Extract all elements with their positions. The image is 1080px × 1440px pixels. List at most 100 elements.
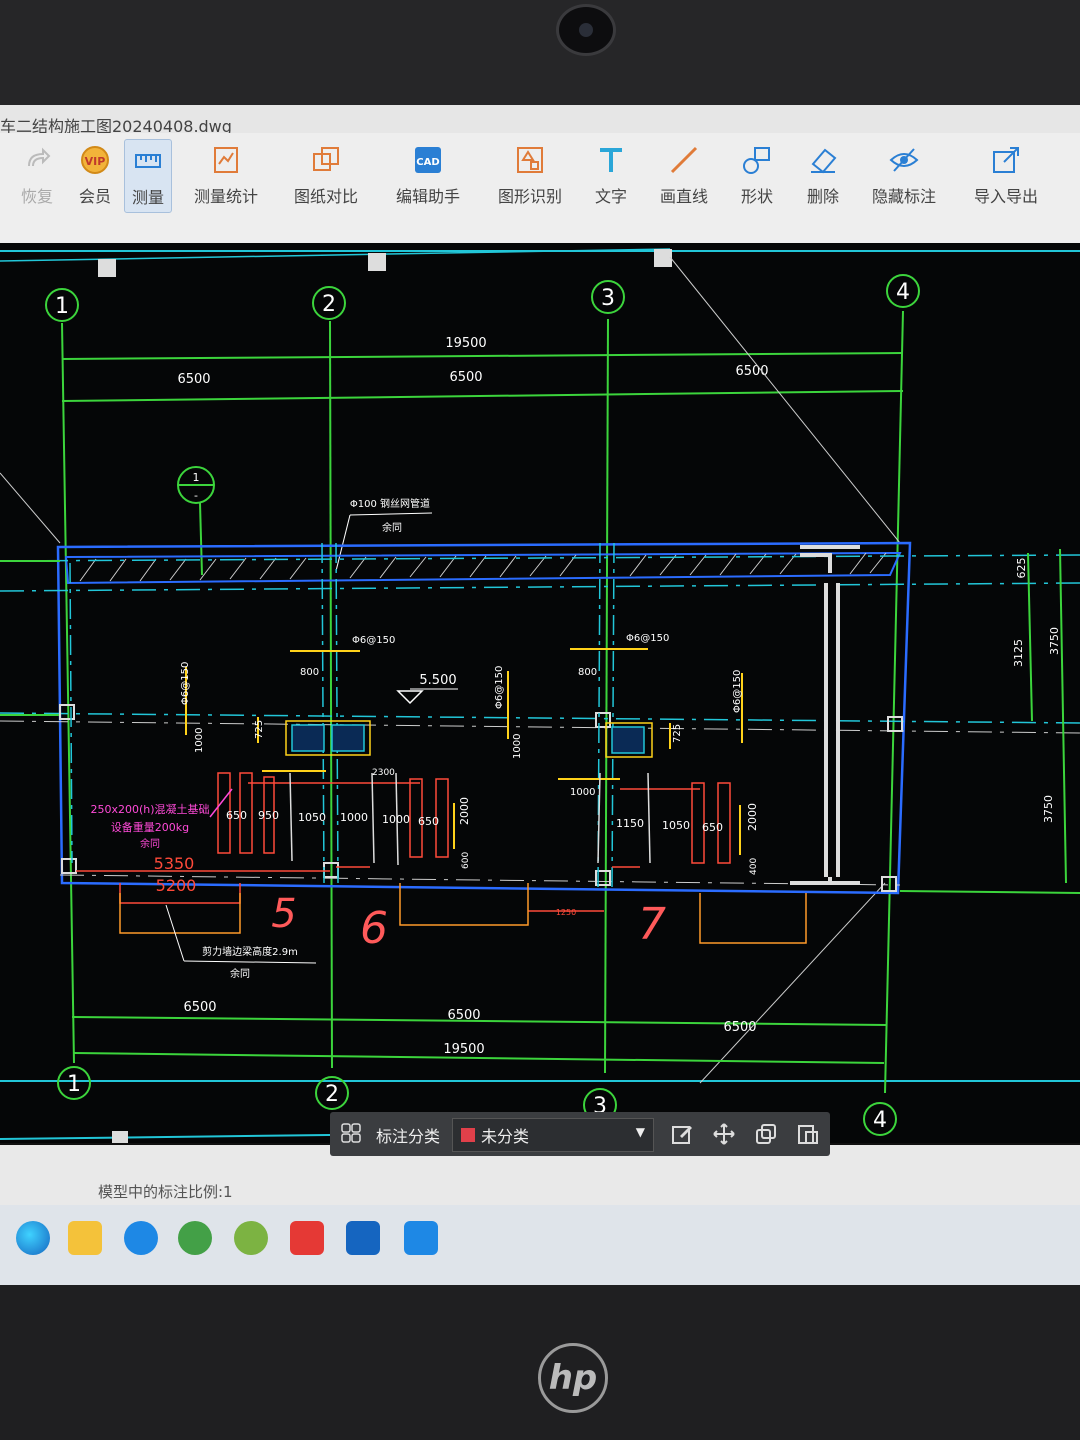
tool-redo[interactable]: 恢复 [20,143,54,207]
tool-measure-stats[interactable]: 测量统计 [194,143,258,207]
dim-span-bottom: 6500 [723,1020,756,1035]
redo-icon [20,143,54,177]
magenta-note: 设备重量200kg [111,820,189,834]
pit-dim: 1000 [194,728,205,753]
task-app-icon[interactable] [404,1221,438,1255]
hp-logo: hp [538,1343,608,1413]
tool-text[interactable]: 文字 [594,143,628,207]
shape-icon [740,143,774,177]
pit-dim: 650 [226,809,247,822]
tool-compare[interactable]: 图纸对比 [294,143,358,207]
pit-dim: 1000 [512,734,523,759]
leader-note: 余同 [230,967,250,980]
rebar-label: Φ6@150 [352,635,395,646]
pit-dim: 600 [461,852,471,869]
red-dim: 1250 [556,908,576,917]
edit-icon[interactable] [670,1122,694,1150]
dim-span-bottom: 6500 [183,1000,216,1015]
dim-span-top: 6500 [735,364,768,379]
dim-span-bottom: 6500 [447,1008,480,1023]
tool-shape-recognition[interactable]: 图形识别 [498,143,562,207]
grip-handle[interactable] [654,249,672,267]
tool-hide-annotation[interactable]: 隐藏标注 [872,143,936,207]
dim-span-top: 6500 [449,370,482,385]
move-icon[interactable] [712,1122,736,1150]
pit-dim: 725 [672,724,683,743]
elevation-label: 5.500 [419,673,456,688]
rebar-label: Φ6@150 [494,666,505,709]
axis-label-top: 1 [55,294,69,319]
dim-total-bottom: 19500 [443,1042,484,1057]
pit-dim: 1000 [382,813,410,826]
tool-line[interactable]: 画直线 [660,143,708,207]
pit-dim: 2000 [458,797,471,825]
pit-dim: 1000 [340,811,368,824]
chat-app-icon[interactable] [178,1221,212,1255]
eye-hide-icon [887,143,921,177]
tool-delete[interactable]: 删除 [806,143,840,207]
edge-browser-icon[interactable] [16,1221,50,1255]
grip-handle[interactable] [98,259,116,277]
text-icon [594,143,628,177]
chevron-down-icon: ▼ [635,1125,645,1139]
pit-dim: 1000 [570,787,595,798]
pit-dim: 800 [300,667,319,678]
category-selected-value: 未分类 [481,1127,530,1146]
file-explorer-icon[interactable] [68,1221,102,1255]
grip-handle[interactable] [112,1131,128,1147]
pit-dim: 1150 [616,817,644,830]
tool-vip[interactable]: VIP 会员 [78,143,112,207]
tool-import-export[interactable]: 导入导出 [974,143,1038,207]
leader-note: 剪力墙边梁高度2.9m [202,945,298,958]
leader-note: Φ100 钢丝网管道 [350,497,430,510]
shape-recognition-icon [513,143,547,177]
magenta-note: 250x200(h)混凝土基础 [90,802,209,816]
axis-label-bottom: 4 [873,1108,887,1133]
dim-total-top: 19500 [445,336,486,351]
pit-dim: 725 [254,720,265,739]
svg-text:CAD: CAD [416,157,439,168]
ie-browser-icon[interactable] [234,1221,268,1255]
red-dim: 5350 [154,854,195,873]
annotation-category-select[interactable]: 未分类 ▼ [452,1118,654,1152]
browser-app-icon[interactable] [124,1221,158,1255]
svg-text:VIP: VIP [85,155,106,168]
annotation-category-label: 标注分类 [376,1127,441,1146]
import-export-icon [989,143,1023,177]
rebar-label: Φ6@150 [626,633,669,644]
drawing-canvas[interactable]: 1 2 3 4 19500 6500 6500 6500 1 - Φ100 钢丝… [0,243,1080,1147]
cad-app-icon[interactable] [346,1221,380,1255]
laptop-bottom-bezel [0,1285,1080,1440]
rebar-label: Φ6@150 [732,670,743,713]
red-dim: 5200 [156,876,197,895]
copy-icon[interactable] [754,1122,778,1150]
magenta-note: 余同 [140,837,160,850]
grip-handle[interactable] [368,253,386,271]
pit-dim: 800 [578,667,597,678]
compare-icon [309,143,343,177]
cad-drawing: 1 2 3 4 19500 6500 6500 6500 1 - Φ100 钢丝… [0,248,1080,1147]
tool-edit-assistant[interactable]: CAD 编辑助手 [396,143,460,207]
axis-label-bottom: 1 [67,1072,81,1097]
leader-note: 余同 [382,521,402,534]
rebar-label: Φ6@150 [180,662,191,705]
handwritten-mark: 5 [271,891,296,937]
pit-dim: 650 [418,815,439,828]
laptop-screen: 车二结构施工图20240408.dwg 恢复 VIP 会员 测量 测量统计 图纸… [0,105,1080,1285]
category-color-swatch [461,1128,475,1142]
paste-icon[interactable] [796,1122,820,1150]
pit-dim: 950 [258,809,279,822]
dim-right: 3750 [1048,627,1061,655]
handwritten-mark: 7 [638,899,666,950]
measure-icon [131,144,165,178]
tool-shape[interactable]: 形状 [740,143,774,207]
axis-label-top: 4 [896,280,910,305]
edit-assistant-icon: CAD [411,143,445,177]
pit-dim: 2000 [746,803,759,831]
annotation-toolbar: 标注分类 未分类 ▼ [330,1112,830,1156]
pit-dim: 1050 [662,819,690,832]
tool-measure[interactable]: 测量 [124,139,172,213]
pit-dim: 650 [702,821,723,834]
wps-office-icon[interactable] [290,1221,324,1255]
grid-icon[interactable] [340,1122,362,1148]
